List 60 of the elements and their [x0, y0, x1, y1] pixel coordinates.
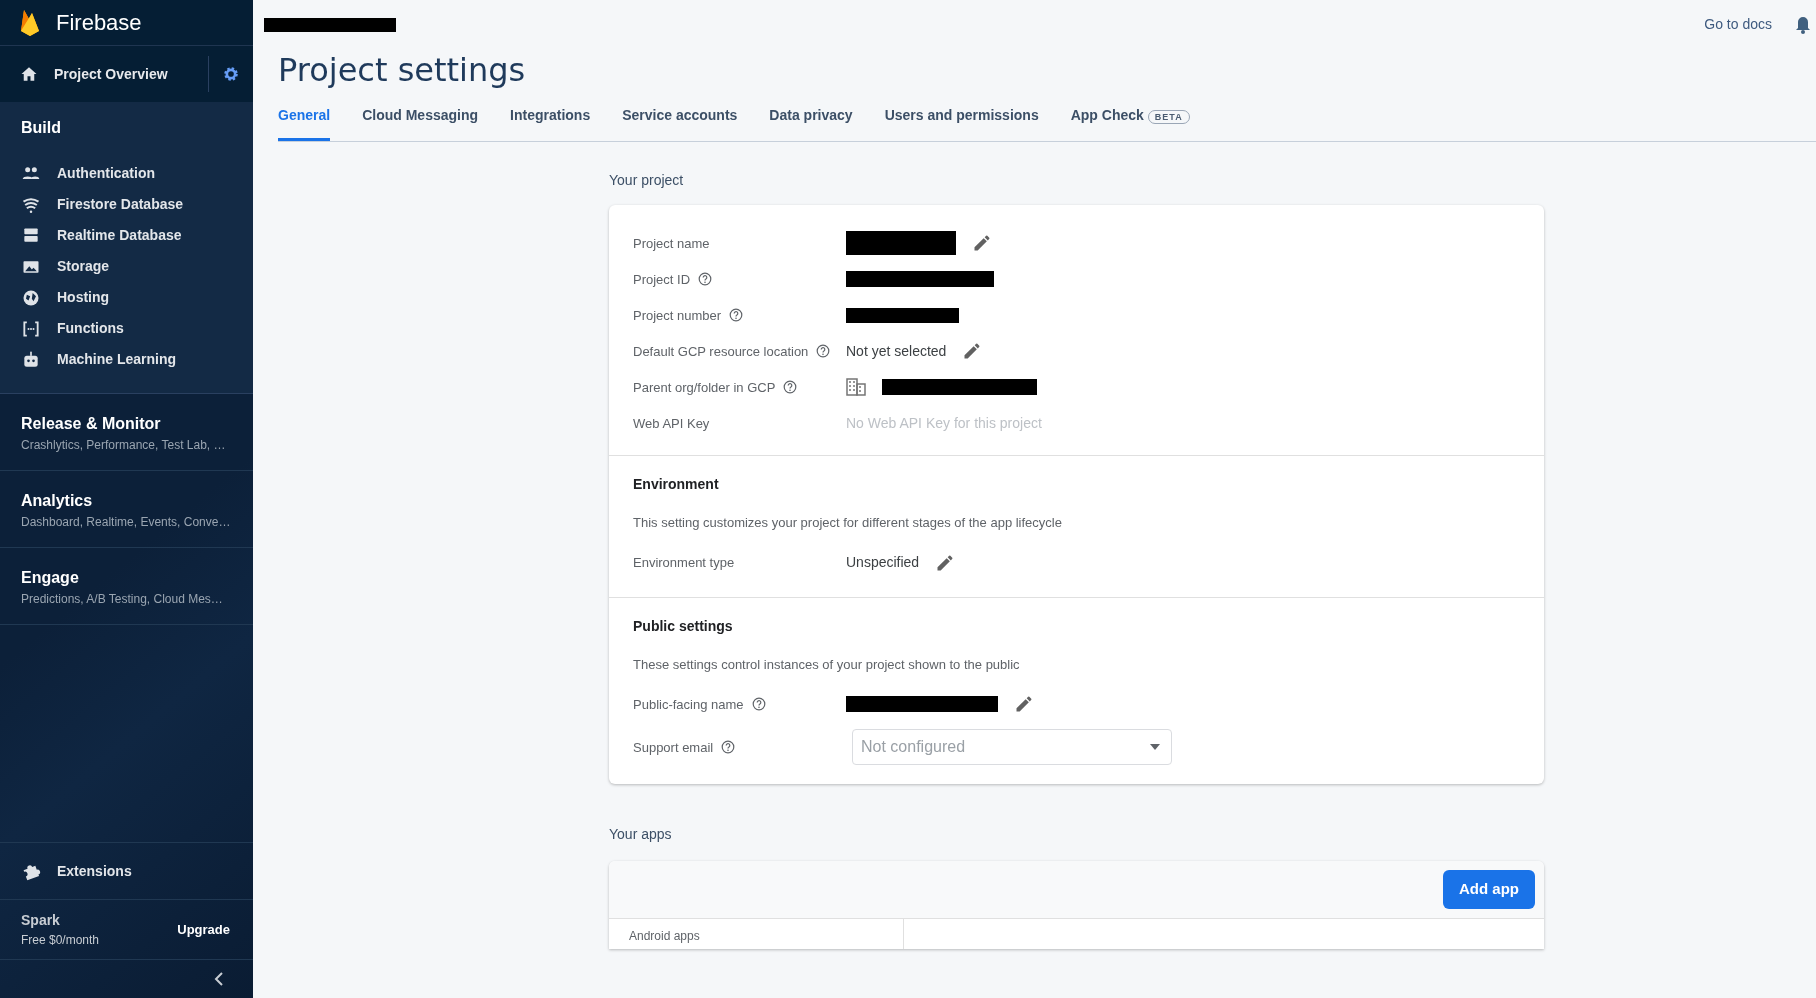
- caret-icon: [1150, 744, 1160, 751]
- add-app-button[interactable]: Add app: [1443, 870, 1535, 909]
- group-title[interactable]: Release & Monitor: [21, 412, 232, 436]
- sidebar-item[interactable]: Realtime Database: [0, 220, 253, 251]
- field-label: Default GCP resource location: [633, 342, 809, 361]
- brand-name: Firebase: [56, 9, 142, 37]
- support-email-select[interactable]: Not configured: [852, 729, 1172, 766]
- tab[interactable]: Users and permissions: [884, 97, 1039, 142]
- section-heading: Public settings: [633, 616, 734, 636]
- docs-link[interactable]: Go to docs: [1704, 14, 1772, 35]
- sidebar-item[interactable]: Authentication: [0, 158, 253, 189]
- braces-icon: [21, 318, 41, 339]
- field-label: Project number: [633, 306, 722, 325]
- group-subtitle: Dashboard, Realtime, Events, Conve…: [21, 514, 232, 531]
- group-subtitle: Predictions, A/B Testing, Cloud Mes…: [21, 591, 224, 608]
- chevron-left-icon[interactable]: [213, 972, 225, 986]
- sidebar-item[interactable]: Firestore Database: [0, 189, 253, 220]
- tab[interactable]: General: [278, 97, 331, 142]
- field-label: Web API Key: [633, 414, 710, 433]
- tab[interactable]: Data privacy: [769, 97, 853, 142]
- section-heading: Environment: [633, 475, 720, 495]
- field-label: Environment type: [633, 554, 735, 573]
- plan-price: Free $0/month: [21, 932, 100, 949]
- group-title[interactable]: Engage: [21, 566, 232, 590]
- field-value: Unspecified: [846, 553, 920, 573]
- field-label: Parent org/folder in GCP: [633, 378, 776, 397]
- sidebar-item[interactable]: Functions: [0, 313, 253, 344]
- section-heading: Build: [20, 118, 62, 138]
- building-icon: [846, 378, 866, 397]
- group-title[interactable]: Analytics: [21, 489, 232, 513]
- field-value: No Web API Key for this project: [846, 413, 1042, 433]
- tab[interactable]: App Check BETA: [1070, 97, 1190, 142]
- section-heading: Your apps: [609, 825, 673, 845]
- flame-logo-icon: [20, 8, 40, 37]
- field-value: Not yet selected: [846, 341, 947, 361]
- field-label: Project ID: [633, 270, 691, 289]
- section-heading: Your project: [609, 171, 685, 191]
- field-label: Project name: [633, 234, 710, 253]
- apps-list-heading[interactable]: Android apps: [629, 926, 883, 945]
- section-description: This setting customizes your project for different stages of the app lifecycle: [633, 514, 1063, 533]
- section-description: These settings control instances of your project shown to the public: [633, 655, 1021, 674]
- extensions-link[interactable]: Extensions: [0, 842, 253, 900]
- plan-name: Spark: [21, 911, 61, 930]
- tab[interactable]: Integrations: [510, 97, 591, 142]
- robot-icon: [21, 349, 41, 370]
- upgrade-button[interactable]: Upgrade: [176, 918, 231, 941]
- group-subtitle: Crashlytics, Performance, Test Lab, …: [21, 437, 227, 454]
- tab[interactable]: Service accounts: [622, 97, 738, 142]
- edit-icon[interactable]: [1014, 694, 1034, 715]
- sidebar-item[interactable]: Storage: [0, 251, 253, 282]
- home-icon: [20, 65, 38, 83]
- settings-icon[interactable]: [222, 65, 240, 83]
- tab[interactable]: Cloud Messaging: [362, 97, 479, 142]
- bell-icon[interactable]: [1796, 15, 1810, 34]
- field-label: Support email: [633, 738, 714, 757]
- sidebar-item[interactable]: Hosting: [0, 282, 253, 313]
- edit-icon[interactable]: [972, 233, 992, 254]
- page-title: Project settings: [278, 51, 527, 90]
- sidebar-item[interactable]: Machine Learning: [0, 344, 253, 375]
- field-label: Public-facing name: [633, 695, 744, 714]
